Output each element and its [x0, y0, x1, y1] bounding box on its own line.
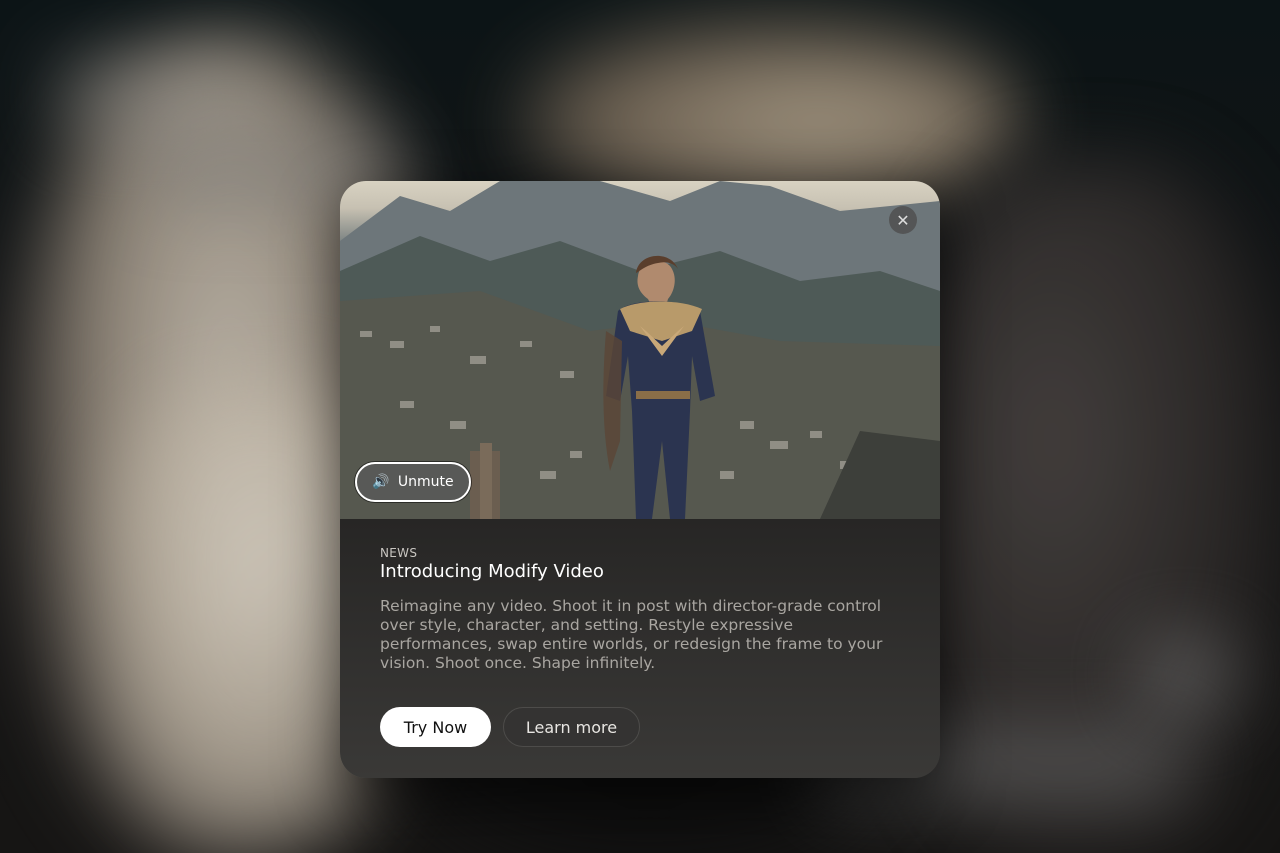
close-icon: ✕ — [896, 210, 910, 230]
learn-more-button[interactable]: Learn more — [503, 707, 640, 747]
background-blur-shape — [60, 60, 260, 130]
speaker-icon: 🔊 — [372, 474, 390, 490]
modal-title: Introducing Modify Video — [380, 561, 604, 582]
close-button[interactable]: ✕ — [889, 206, 917, 234]
try-now-button[interactable]: Try Now — [380, 707, 491, 747]
modal-content: NEWS Introducing Modify Video Reimagine … — [380, 546, 910, 673]
news-modal: ✕ 🔊 Unmute NEWS Introducing Modify Video… — [340, 181, 940, 778]
news-eyebrow: NEWS — [380, 546, 418, 560]
unmute-button[interactable]: 🔊 Unmute — [355, 462, 471, 502]
modal-actions: Try Now Learn more — [380, 707, 640, 747]
background-blur-shape — [1140, 640, 1230, 710]
hero-video[interactable]: ✕ 🔊 Unmute — [340, 181, 940, 519]
unmute-label: Unmute — [397, 474, 454, 490]
modal-description: Reimagine any video. Shoot it in post wi… — [380, 597, 883, 672]
